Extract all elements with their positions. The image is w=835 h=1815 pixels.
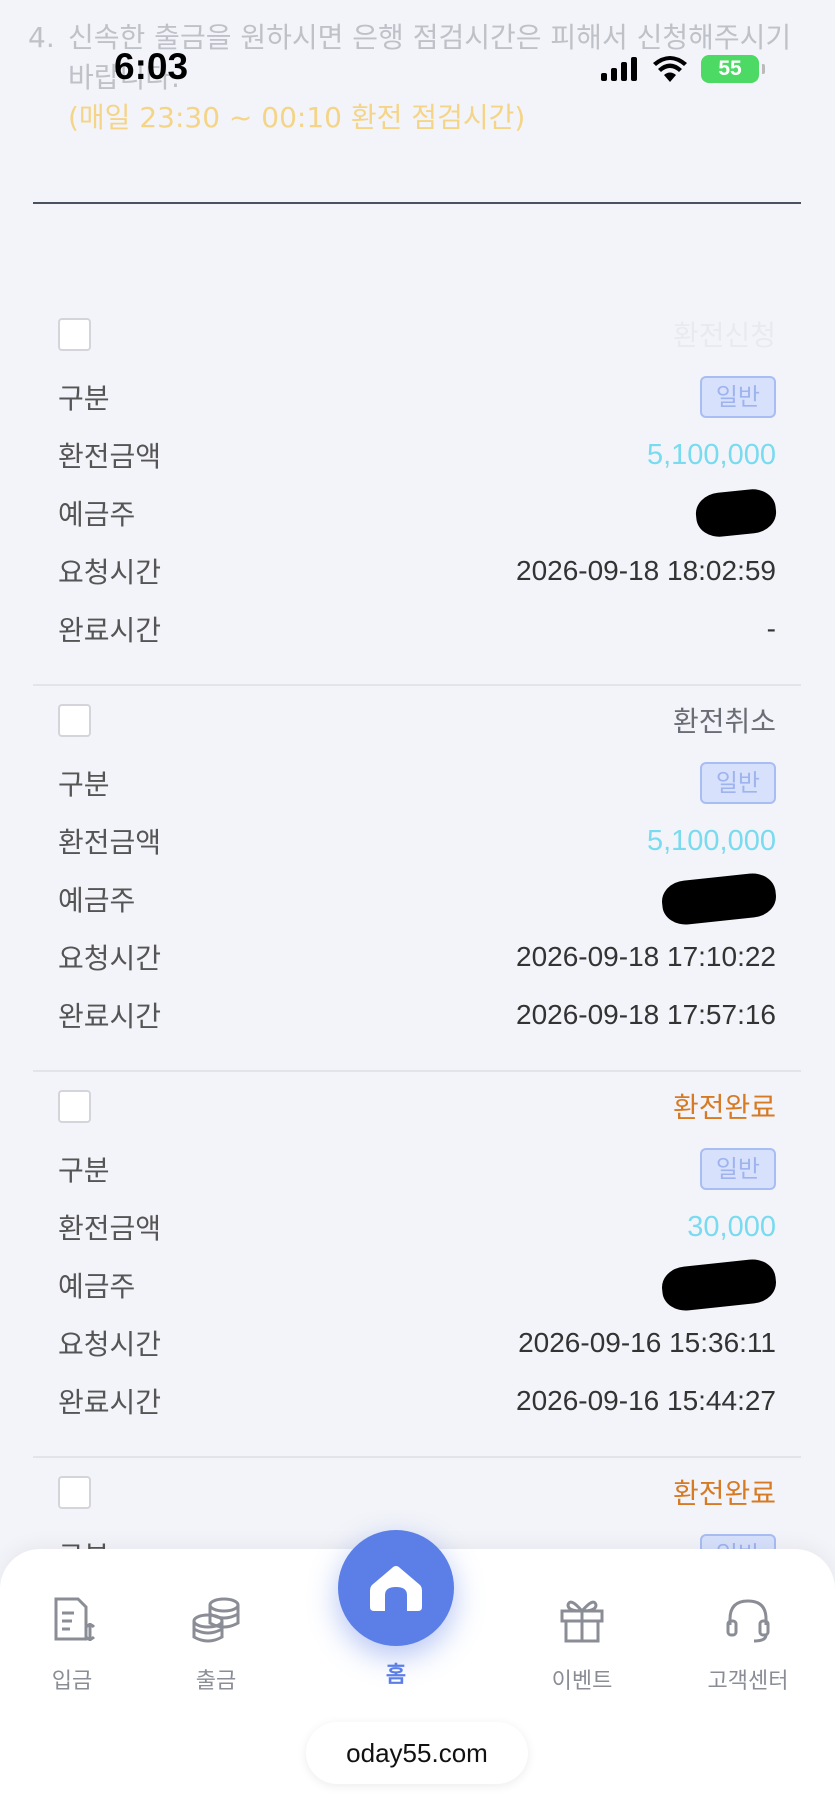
completed-label: 완료시간 xyxy=(58,1386,162,1419)
home-label: 홈 xyxy=(385,1663,407,1688)
amount-label: 환전금액 xyxy=(58,1212,162,1245)
redacted-holder xyxy=(660,871,778,927)
amount-label: 환전금액 xyxy=(58,440,162,473)
type-label: 구분 xyxy=(58,768,110,801)
completed-label: 완료시간 xyxy=(58,614,162,647)
battery-level: 55 xyxy=(718,57,742,80)
redacted-holder xyxy=(660,1257,778,1313)
record-checkbox[interactable] xyxy=(58,317,91,351)
record-header: 환전취소 xyxy=(33,686,801,754)
record-checkbox[interactable] xyxy=(58,703,91,737)
support-label: 고객센터 xyxy=(707,1669,789,1694)
coins-icon xyxy=(156,1579,276,1659)
nav-withdraw[interactable]: 출금 xyxy=(156,1579,276,1695)
row-holder: 예금주 xyxy=(33,484,801,542)
record-checkbox[interactable] xyxy=(58,1475,91,1509)
record-status: 환전완료 xyxy=(672,1477,776,1510)
page: 4. 신속한 출금을 원하시면 은행 점검시간은 피해서 신청해주시기 바랍니다… xyxy=(0,0,835,1815)
section-divider xyxy=(33,202,801,204)
amount-value: 30,000 xyxy=(687,1210,776,1243)
nav-support[interactable]: 고객센터 xyxy=(688,1579,808,1695)
requested-value: 2026-09-18 17:10:22 xyxy=(516,941,776,972)
holder-label: 예금주 xyxy=(58,1270,136,1303)
row-completed: 완료시간 2026-09-16 15:44:27 xyxy=(33,1372,801,1430)
amount-value: 5,100,000 xyxy=(646,438,776,471)
record-checkbox[interactable] xyxy=(58,1089,91,1123)
requested-label: 요청시간 xyxy=(58,556,162,589)
type-label: 구분 xyxy=(58,1154,110,1187)
status-time: 6:03 xyxy=(114,46,189,87)
nav-deposit[interactable]: 입금 xyxy=(12,1579,132,1695)
completed-value: 2026-09-18 17:57:16 xyxy=(516,999,776,1030)
requested-value: 2026-09-18 18:02:59 xyxy=(516,555,776,586)
record-header: 환전완료 xyxy=(33,1072,801,1140)
nav-home-button[interactable] xyxy=(338,1530,454,1646)
deposit-label: 입금 xyxy=(51,1669,93,1694)
row-amount: 환전금액 30,000 xyxy=(33,1198,801,1256)
row-type: 구분 일반 xyxy=(33,1140,801,1198)
type-badge: 일반 xyxy=(699,762,776,804)
holder-label: 예금주 xyxy=(58,884,136,917)
holder-label: 예금주 xyxy=(58,498,136,531)
row-amount: 환전금액 5,100,000 xyxy=(33,812,801,870)
row-amount: 환전금액 5,100,000 xyxy=(33,426,801,484)
row-requested: 요청시간 2026-09-16 15:36:11 xyxy=(33,1314,801,1372)
event-label: 이벤트 xyxy=(551,1669,613,1694)
history-record: 환전신청 구분 일반 환전금액 5,100,000 예금주 요청시간 2026-… xyxy=(33,300,801,686)
headset-icon xyxy=(688,1579,808,1659)
requested-label: 요청시간 xyxy=(58,1328,162,1361)
requested-label: 요청시간 xyxy=(58,942,162,975)
row-requested: 요청시간 2026-09-18 17:10:22 xyxy=(33,928,801,986)
type-badge: 일반 xyxy=(699,1148,776,1190)
gift-icon xyxy=(522,1579,642,1659)
requested-value: 2026-09-16 15:36:11 xyxy=(518,1327,776,1358)
history-record: 환전완료 구분 일반 환전금액 30,000 예금주 요청시간 2026-09-… xyxy=(33,1072,801,1458)
home-icon xyxy=(370,1566,422,1611)
row-completed: 완료시간 - xyxy=(33,600,801,658)
history-record: 환전취소 구분 일반 환전금액 5,100,000 예금주 요청시간 2026-… xyxy=(33,686,801,1072)
completed-value: - xyxy=(766,613,776,644)
row-type: 구분 일반 xyxy=(33,368,801,426)
completed-value: 2026-09-16 15:44:27 xyxy=(516,1385,776,1416)
completed-label: 완료시간 xyxy=(58,1000,162,1033)
type-badge: 일반 xyxy=(699,376,776,418)
amount-label: 환전금액 xyxy=(58,826,162,859)
redacted-holder xyxy=(693,486,779,540)
row-holder: 예금주 xyxy=(33,1256,801,1314)
status-bar: 6:03 55 xyxy=(0,0,835,130)
status-icons: 55 xyxy=(601,54,765,84)
record-status: 환전완료 xyxy=(672,1091,776,1124)
record-status: 환전취소 xyxy=(672,705,776,738)
url-bar[interactable]: oday55.com xyxy=(306,1722,528,1784)
wifi-icon xyxy=(653,56,687,82)
nav-event[interactable]: 이벤트 xyxy=(522,1579,642,1695)
record-header: 환전완료 xyxy=(33,1458,801,1526)
deposit-icon xyxy=(12,1579,132,1659)
record-header: 환전신청 xyxy=(33,300,801,368)
battery-icon: 55 xyxy=(701,55,765,83)
record-status: 환전신청 xyxy=(672,319,776,352)
type-label: 구분 xyxy=(58,382,110,415)
amount-value: 5,100,000 xyxy=(646,824,776,857)
row-requested: 요청시간 2026-09-18 18:02:59 xyxy=(33,542,801,600)
row-holder: 예금주 xyxy=(33,870,801,928)
row-type: 구분 일반 xyxy=(33,754,801,812)
withdraw-label: 출금 xyxy=(195,1669,237,1694)
signal-icon xyxy=(601,57,637,81)
row-completed: 완료시간 2026-09-18 17:57:16 xyxy=(33,986,801,1044)
